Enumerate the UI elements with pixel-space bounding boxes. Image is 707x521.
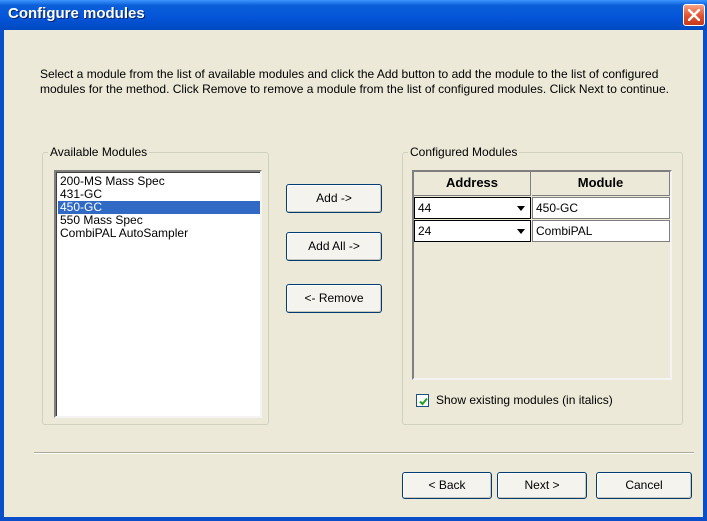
window-frame-right (703, 30, 707, 521)
window-frame-left (0, 30, 4, 521)
address-value: 24 (418, 224, 432, 238)
dropdown-button[interactable] (514, 199, 528, 217)
cancel-button[interactable]: Cancel (596, 472, 692, 499)
footer-separator (34, 452, 694, 454)
chevron-down-icon (517, 229, 525, 234)
dropdown-button[interactable] (514, 222, 528, 240)
show-existing-label[interactable]: Show existing modules (in italics) (436, 393, 613, 407)
chevron-down-icon (517, 206, 525, 211)
configure-modules-dialog: Configure modules Select a module from t… (0, 0, 707, 521)
window-frame-bottom (0, 517, 707, 521)
available-modules-legend: Available Modules (50, 145, 148, 159)
module-column-header[interactable]: Module (532, 172, 670, 196)
table-row[interactable]: 44 450-GC (414, 197, 670, 219)
back-button[interactable]: < Back (402, 472, 492, 499)
instructions-text: Select a module from the list of availab… (40, 67, 669, 96)
add-button[interactable]: Add -> (286, 184, 382, 213)
list-item[interactable]: CombiPAL AutoSampler (58, 227, 260, 240)
close-x-icon (688, 9, 700, 21)
close-button[interactable] (683, 4, 705, 26)
address-value: 44 (418, 201, 432, 215)
checkmark-icon (419, 397, 428, 406)
address-column-header[interactable]: Address (414, 172, 531, 196)
address-dropdown[interactable]: 44 (414, 197, 531, 219)
module-cell[interactable]: 450-GC (532, 197, 670, 219)
window-title: Configure modules (8, 5, 145, 22)
address-dropdown[interactable]: 24 (414, 220, 531, 242)
table-row[interactable]: 24 CombiPAL (414, 220, 670, 242)
title-bar[interactable]: Configure modules (0, 0, 707, 30)
add-all-button[interactable]: Add All -> (286, 232, 382, 261)
module-cell[interactable]: CombiPAL (532, 220, 670, 242)
configured-modules-grid[interactable]: Address Module 44 450-GC 24 CombiPAL (412, 170, 672, 380)
next-button[interactable]: Next > (497, 472, 587, 499)
remove-button[interactable]: <- Remove (286, 284, 382, 313)
configured-modules-legend: Configured Modules (410, 145, 518, 159)
show-existing-checkbox[interactable] (416, 394, 429, 407)
available-modules-list[interactable]: 200-MS Mass Spec 431-GC 450-GC 550 Mass … (54, 170, 262, 418)
